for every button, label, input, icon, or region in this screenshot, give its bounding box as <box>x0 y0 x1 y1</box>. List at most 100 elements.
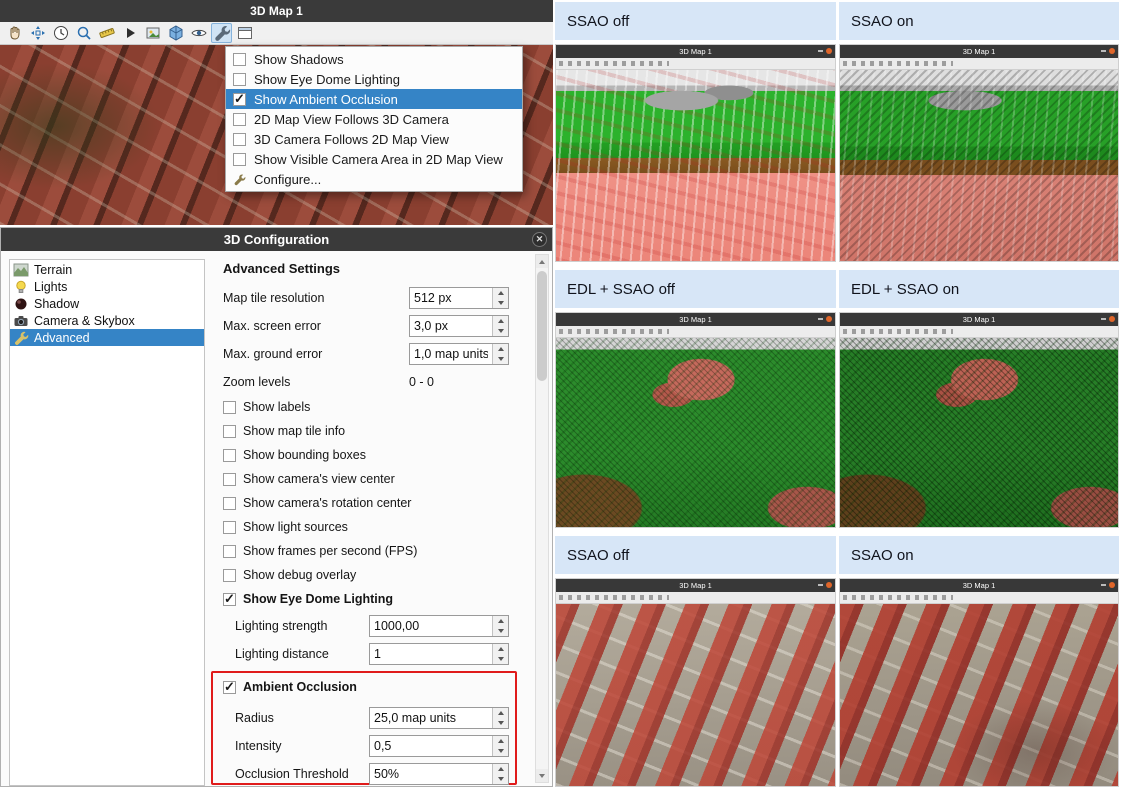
menu-item-configure[interactable]: Configure... <box>226 169 522 189</box>
spin-up-icon[interactable] <box>493 764 508 774</box>
spin-up-icon[interactable] <box>493 644 508 654</box>
spin-down-icon[interactable] <box>493 626 508 636</box>
menu-item-show-edl[interactable]: Show Eye Dome Lighting <box>226 69 522 89</box>
animations-icon[interactable] <box>50 23 71 43</box>
spin-down-icon[interactable] <box>493 326 508 336</box>
sidebar-item-terrain[interactable]: Terrain <box>10 261 204 278</box>
measure-line-icon[interactable] <box>96 23 117 43</box>
checkbox-show-light-sources[interactable]: Show light sources <box>223 519 348 535</box>
checkbox[interactable] <box>223 473 236 486</box>
ao-intensity-spinbox[interactable] <box>369 735 509 757</box>
checkbox-checked[interactable] <box>233 93 246 106</box>
checkbox[interactable] <box>223 449 236 462</box>
spin-up-icon[interactable] <box>493 708 508 718</box>
identify-icon[interactable] <box>73 23 94 43</box>
spin-down-icon[interactable] <box>493 774 508 784</box>
dialog-scrollbar[interactable] <box>535 254 549 783</box>
lighting-strength-value[interactable] <box>370 616 492 636</box>
menu-item-label: Show Visible Camera Area in 2D Map View <box>254 152 503 167</box>
menu-item-show-shadows[interactable]: Show Shadows <box>226 49 522 69</box>
spin-down-icon[interactable] <box>493 654 508 664</box>
sidebar-item-lights[interactable]: Lights <box>10 278 204 295</box>
max-ground-error-spinbox[interactable] <box>409 343 509 365</box>
sidebar-item-shadow[interactable]: Shadow <box>10 295 204 312</box>
checkbox-checked[interactable] <box>223 593 236 606</box>
spin-down-icon[interactable] <box>493 298 508 308</box>
lighting-distance-spinbox[interactable] <box>369 643 509 665</box>
show-effects-icon[interactable] <box>188 23 209 43</box>
checkbox[interactable] <box>223 401 236 414</box>
spin-arrows[interactable] <box>492 288 508 308</box>
spin-down-icon[interactable] <box>493 746 508 756</box>
spin-arrows[interactable] <box>492 616 508 636</box>
checkbox-show-map-tile-info[interactable]: Show map tile info <box>223 423 345 439</box>
scroll-up-icon[interactable] <box>536 255 548 268</box>
sidebar-item-advanced[interactable]: Advanced <box>10 329 204 346</box>
checkbox[interactable] <box>233 53 246 66</box>
checkbox-show-camera-view-center[interactable]: Show camera's view center <box>223 471 395 487</box>
spin-up-icon[interactable] <box>493 316 508 326</box>
menu-item-show-ambient-occlusion[interactable]: Show Ambient Occlusion <box>226 89 522 109</box>
lighting-strength-spinbox[interactable] <box>369 615 509 637</box>
sidebar-item-camera-skybox[interactable]: Camera & Skybox <box>10 312 204 329</box>
checkbox[interactable] <box>233 153 246 166</box>
menu-item-label: Show Shadows <box>254 52 344 67</box>
spin-up-icon[interactable] <box>493 616 508 626</box>
spin-down-icon[interactable] <box>493 354 508 364</box>
checkbox-show-labels[interactable]: Show labels <box>223 399 310 415</box>
checkbox-checked[interactable] <box>223 681 236 694</box>
max-screen-error-value[interactable] <box>410 316 492 336</box>
spin-arrows[interactable] <box>492 708 508 728</box>
checkbox[interactable] <box>233 113 246 126</box>
menu-item-3d-follows-2d[interactable]: 3D Camera Follows 2D Map View <box>226 129 522 149</box>
ao-threshold-value[interactable] <box>370 764 492 784</box>
mini-toolbar <box>556 326 835 338</box>
checkbox[interactable] <box>223 569 236 582</box>
spin-arrows[interactable] <box>492 316 508 336</box>
scroll-down-icon[interactable] <box>536 769 548 782</box>
checkbox[interactable] <box>223 521 236 534</box>
zoom-full-icon[interactable] <box>27 23 48 43</box>
checkbox-label: Show camera's view center <box>243 472 395 486</box>
play-animation-icon[interactable] <box>119 23 140 43</box>
spin-arrows[interactable] <box>492 764 508 784</box>
close-icon[interactable] <box>532 232 547 247</box>
checkbox-show-eye-dome-lighting[interactable]: Show Eye Dome Lighting <box>223 591 393 607</box>
ao-radius-value[interactable] <box>370 708 492 728</box>
checkbox[interactable] <box>223 545 236 558</box>
lighting-distance-value[interactable] <box>370 644 492 664</box>
map-tile-resolution-spinbox[interactable] <box>409 287 509 309</box>
map-tile-resolution-value[interactable] <box>410 288 492 308</box>
menu-item-2d-follows-3d[interactable]: 2D Map View Follows 3D Camera <box>226 109 522 129</box>
checkbox[interactable] <box>233 133 246 146</box>
checkbox-ambient-occlusion[interactable]: Ambient Occlusion <box>223 679 357 695</box>
render-panel-ssao-on-1: 3D Map 1 <box>839 44 1119 262</box>
checkbox-show-camera-rotation-center[interactable]: Show camera's rotation center <box>223 495 411 511</box>
checkbox[interactable] <box>233 73 246 86</box>
checkbox-show-fps[interactable]: Show frames per second (FPS) <box>223 543 417 559</box>
spin-down-icon[interactable] <box>493 718 508 728</box>
spin-arrows[interactable] <box>492 344 508 364</box>
camera-control-icon[interactable] <box>4 23 25 43</box>
max-screen-error-spinbox[interactable] <box>409 315 509 337</box>
checkbox[interactable] <box>223 425 236 438</box>
save-image-icon[interactable] <box>142 23 163 43</box>
checkbox[interactable] <box>223 497 236 510</box>
export-scene-icon[interactable] <box>165 23 186 43</box>
spin-arrows[interactable] <box>492 644 508 664</box>
ao-threshold-spinbox[interactable] <box>369 763 509 785</box>
debug-panel-icon[interactable] <box>234 23 255 43</box>
spin-up-icon[interactable] <box>493 736 508 746</box>
spin-up-icon[interactable] <box>493 288 508 298</box>
checkbox-show-debug-overlay[interactable]: Show debug overlay <box>223 567 356 583</box>
spin-up-icon[interactable] <box>493 344 508 354</box>
ao-intensity-value[interactable] <box>370 736 492 756</box>
scrollbar-thumb[interactable] <box>537 271 547 381</box>
effects-options-icon[interactable] <box>211 23 232 43</box>
checkbox-show-bounding-boxes[interactable]: Show bounding boxes <box>223 447 366 463</box>
menu-item-label: Configure... <box>254 172 321 187</box>
max-ground-error-value[interactable] <box>410 344 492 364</box>
menu-item-show-visible-camera-area[interactable]: Show Visible Camera Area in 2D Map View <box>226 149 522 169</box>
ao-radius-spinbox[interactable] <box>369 707 509 729</box>
spin-arrows[interactable] <box>492 736 508 756</box>
